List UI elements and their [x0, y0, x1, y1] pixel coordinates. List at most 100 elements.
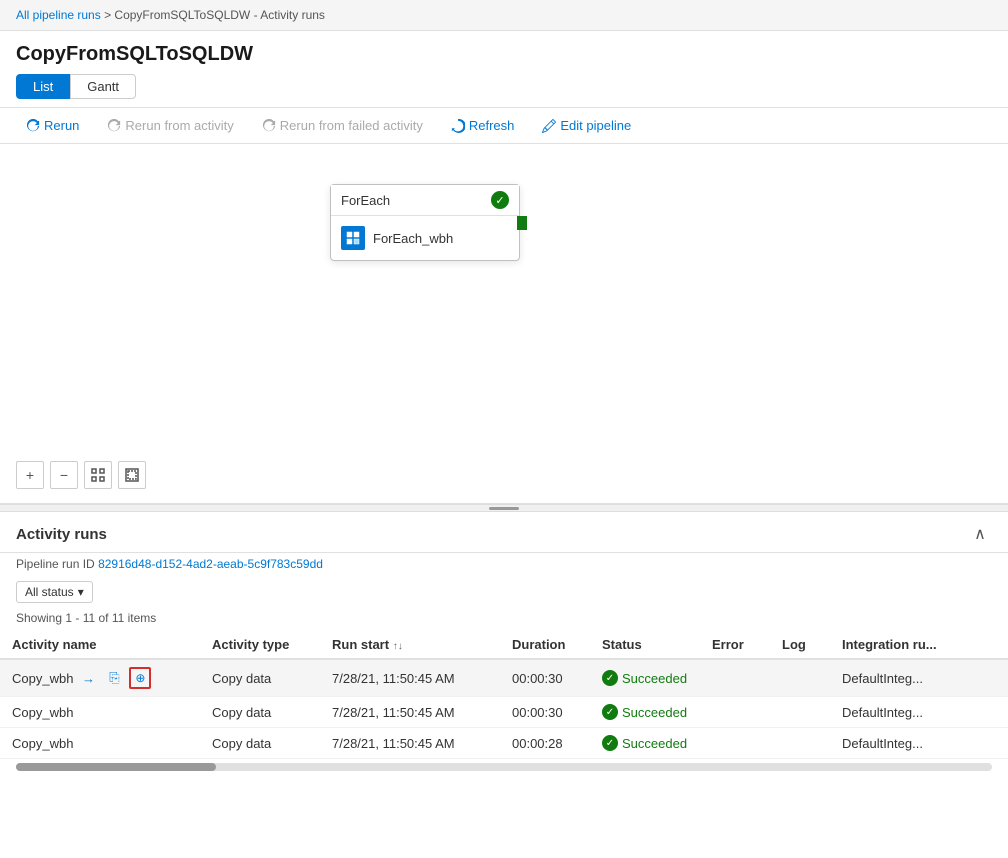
tab-list[interactable]: List	[16, 74, 70, 99]
rerun-icon	[26, 119, 40, 133]
edit-pipeline-button[interactable]: Edit pipeline	[532, 114, 641, 137]
table-row: Copy_wbh →⎘⊕ Copy data7/28/21, 11:50:45 AM…	[0, 659, 1008, 697]
col-header-status: Status	[590, 631, 700, 659]
pipeline-run-id-link[interactable]: 82916d48-d152-4ad2-aeab-5c9f783c59dd	[98, 557, 323, 571]
cell-activity-name: Copy_wbh	[0, 728, 200, 759]
cell-error	[700, 697, 770, 728]
canvas-controls: + −	[16, 461, 146, 489]
cell-activity-name: Copy_wbh →⎘⊕	[0, 659, 200, 697]
pipeline-run-id-row: Pipeline run ID 82916d48-d152-4ad2-aeab-…	[0, 553, 1008, 575]
breadcrumb-link[interactable]: All pipeline runs	[16, 8, 101, 22]
cell-activity-type: Copy data	[200, 659, 320, 697]
activity-name-text: Copy_wbh	[12, 736, 73, 751]
node-success-icon: ✓	[491, 191, 509, 209]
rerun-button[interactable]: Rerun	[16, 114, 89, 137]
success-icon: ✓	[602, 735, 618, 751]
divider-indicator	[489, 507, 519, 510]
sort-icon: ↑↓	[393, 641, 403, 652]
foreach-icon	[341, 226, 365, 250]
cell-activity-type: Copy data	[200, 728, 320, 759]
reset-view-button[interactable]	[118, 461, 146, 489]
navigate-icon[interactable]: →	[77, 667, 99, 689]
breadcrumb: All pipeline runs > CopyFromSQLToSQLDW -…	[0, 0, 1008, 31]
col-header-run-start[interactable]: Run start ↑↓	[320, 631, 500, 659]
fit-view-button[interactable]	[84, 461, 112, 489]
breadcrumb-current: CopyFromSQLToSQLDW - Activity runs	[114, 8, 325, 22]
success-icon: ✓	[602, 670, 618, 686]
cell-run-start: 7/28/21, 11:50:45 AM	[320, 697, 500, 728]
view-tabs: List Gantt	[0, 74, 1008, 107]
foreach-node[interactable]: ForEach ✓ ForEach_wbh	[330, 184, 520, 261]
cell-status: ✓ Succeeded	[590, 659, 700, 697]
cell-run-start: 7/28/21, 11:50:45 AM	[320, 728, 500, 759]
node-header: ForEach ✓	[331, 185, 519, 216]
cell-integration-runtime: DefaultInteg...	[830, 728, 1008, 759]
cell-error	[700, 659, 770, 697]
showing-text: Showing 1 - 11 of 11 items	[0, 609, 1008, 631]
scrollbar-thumb[interactable]	[16, 763, 216, 771]
cell-log	[770, 659, 830, 697]
table-row: Copy_wbh Copy data7/28/21, 11:50:45 AM00:…	[0, 697, 1008, 728]
activity-runs-title: Activity runs	[16, 526, 107, 543]
reset-view-icon	[125, 468, 139, 482]
chevron-down-icon: ▾	[78, 585, 84, 599]
tab-gantt[interactable]: Gantt	[70, 74, 136, 99]
bottom-panel: Activity runs ∧ Pipeline run ID 82916d48…	[0, 512, 1008, 775]
cell-log	[770, 697, 830, 728]
status-filter-dropdown[interactable]: All status ▾	[16, 581, 93, 603]
bottom-panel-header: Activity runs ∧	[0, 512, 1008, 553]
status-text: Succeeded	[622, 736, 687, 751]
col-header-activity-type: Activity type	[200, 631, 320, 659]
refresh-button[interactable]: Refresh	[441, 114, 525, 137]
node-connector-right	[517, 216, 527, 230]
table-row: Copy_wbh Copy data7/28/21, 11:50:45 AM00:…	[0, 728, 1008, 759]
success-icon: ✓	[602, 704, 618, 720]
status-text: Succeeded	[622, 671, 687, 686]
zoom-out-button[interactable]: −	[50, 461, 78, 489]
cell-activity-type: Copy data	[200, 697, 320, 728]
cell-run-start: 7/28/21, 11:50:45 AM	[320, 659, 500, 697]
node-body: ForEach_wbh	[331, 216, 519, 260]
col-header-error: Error	[700, 631, 770, 659]
cell-log	[770, 728, 830, 759]
link-icon[interactable]: ⊕	[129, 667, 151, 689]
cell-status: ✓ Succeeded	[590, 728, 700, 759]
toolbar: Rerun Rerun from activity Rerun from fai…	[0, 107, 1008, 144]
rerun-from-failed-icon	[262, 119, 276, 133]
cell-duration: 00:00:30	[500, 659, 590, 697]
activity-name-text: Copy_wbh	[12, 671, 73, 686]
horizontal-scrollbar[interactable]	[16, 763, 992, 771]
edit-icon	[542, 119, 556, 133]
page-title: CopyFromSQLToSQLDW	[0, 31, 1008, 74]
fit-view-icon	[91, 468, 105, 482]
status-badge: ✓ Succeeded	[602, 670, 688, 686]
zoom-in-button[interactable]: +	[16, 461, 44, 489]
col-header-log: Log	[770, 631, 830, 659]
rerun-from-failed-button[interactable]: Rerun from failed activity	[252, 114, 433, 137]
breadcrumb-separator: >	[104, 8, 111, 22]
cell-integration-runtime: DefaultInteg...	[830, 697, 1008, 728]
status-badge: ✓ Succeeded	[602, 704, 688, 720]
collapse-button[interactable]: ∧	[968, 522, 992, 546]
canvas-area: ForEach ✓ ForEach_wbh + −	[0, 144, 1008, 504]
activity-name-text: Copy_wbh	[12, 705, 73, 720]
status-badge: ✓ Succeeded	[602, 735, 688, 751]
rerun-from-activity-button[interactable]: Rerun from activity	[97, 114, 243, 137]
pipeline-run-id-label: Pipeline run ID	[16, 557, 95, 571]
rerun-from-activity-icon	[107, 119, 121, 133]
cell-error	[700, 728, 770, 759]
cell-duration: 00:00:28	[500, 728, 590, 759]
node-activity-label: ForEach_wbh	[373, 231, 453, 246]
output-icon[interactable]: ⎘	[103, 667, 125, 689]
cell-activity-name: Copy_wbh	[0, 697, 200, 728]
cell-integration-runtime: DefaultInteg...	[830, 659, 1008, 697]
col-header-duration: Duration	[500, 631, 590, 659]
activity-runs-table: Activity name Activity type Run start ↑↓…	[0, 631, 1008, 759]
status-text: Succeeded	[622, 705, 687, 720]
cell-status: ✓ Succeeded	[590, 697, 700, 728]
col-header-activity-name: Activity name	[0, 631, 200, 659]
divider-handle[interactable]	[0, 504, 1008, 512]
node-title: ForEach	[341, 193, 390, 208]
cell-duration: 00:00:30	[500, 697, 590, 728]
filter-row: All status ▾	[0, 575, 1008, 609]
